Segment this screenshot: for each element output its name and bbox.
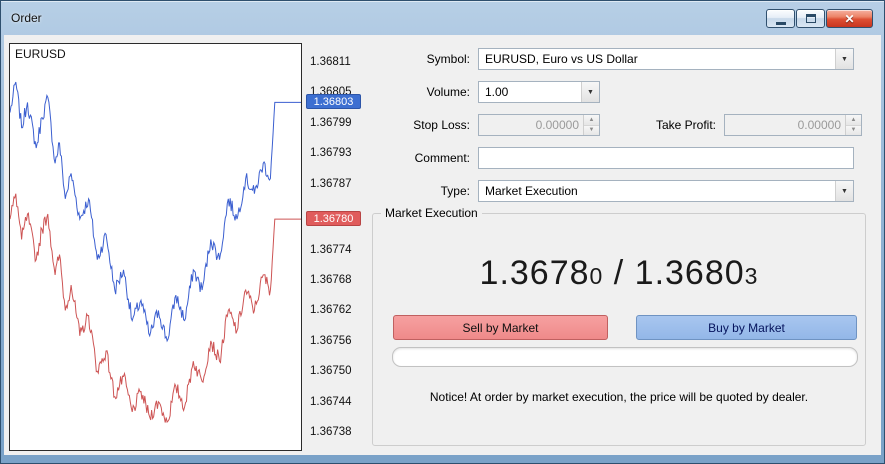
symbol-row: Symbol: EURUSD, Euro vs US Dollar ▼ <box>366 48 862 70</box>
spin-down-icon[interactable]: ▼ <box>846 125 861 135</box>
stops-row: Stop Loss: 0.00000 ▲ ▼ Take Profit: 0.00… <box>366 114 862 136</box>
spin-up-icon[interactable]: ▲ <box>846 115 861 126</box>
volume-select[interactable]: 1.00 ▼ <box>478 81 600 103</box>
market-execution-group: Market Execution 1.36780 / 1.36803 Sell … <box>372 206 866 446</box>
bid-line <box>9 193 301 424</box>
comment-input[interactable] <box>478 147 854 169</box>
quote-display: 1.36780 / 1.36803 <box>373 254 865 293</box>
axis-price-label: 1.36793 <box>310 147 352 160</box>
type-value: Market Execution <box>485 184 578 198</box>
stop-loss-value: 0.00000 <box>535 118 579 132</box>
execution-progress-bar <box>392 347 858 367</box>
type-label: Type: <box>440 184 470 198</box>
type-select[interactable]: Market Execution ▼ <box>478 180 854 202</box>
chevron-down-icon[interactable]: ▼ <box>835 49 853 69</box>
spinner-buttons: ▲ ▼ <box>845 115 861 135</box>
bid-price-main: 1.3678 <box>479 254 590 292</box>
chart-symbol-label: EURUSD <box>15 47 66 61</box>
take-profit-label: Take Profit: <box>655 118 716 132</box>
stop-loss-label: Stop Loss: <box>413 118 470 132</box>
axis-price-label: 1.36762 <box>310 304 352 317</box>
comment-row: Comment: <box>366 147 862 169</box>
dialog-content: EURUSD 1.36811 1.36805 1.36799 1.36793 1.367… <box>4 35 881 455</box>
spin-up-icon[interactable]: ▲ <box>584 115 599 126</box>
maximize-button[interactable] <box>796 9 825 28</box>
axis-price-label: 1.36799 <box>310 116 352 129</box>
bid-price-small-digit: 0 <box>589 263 604 289</box>
volume-row: Volume: 1.00 ▼ <box>366 81 862 103</box>
spinner-buttons: ▲ ▼ <box>583 115 599 135</box>
bid-price-badge: 1.36780 <box>306 211 361 227</box>
sell-by-market-button[interactable]: Sell by Market <box>393 315 608 340</box>
axis-price-label: 1.36768 <box>310 273 352 286</box>
order-form: Symbol: EURUSD, Euro vs US Dollar ▼ Volu… <box>366 48 862 213</box>
comment-label: Comment: <box>414 151 470 165</box>
close-icon: ✕ <box>844 11 855 26</box>
symbol-label: Symbol: <box>426 52 470 66</box>
price-axis: 1.36811 1.36805 1.36799 1.36793 1.36787 1.367… <box>306 44 363 450</box>
caption-buttons: ✕ <box>766 9 873 28</box>
tick-chart-area: EURUSD 1.36811 1.36805 1.36799 1.36793 1.367… <box>9 43 363 455</box>
stop-loss-stepper[interactable]: 0.00000 ▲ ▼ <box>478 114 600 136</box>
group-title: Market Execution <box>381 206 482 220</box>
axis-price-label: 1.36750 <box>310 365 352 378</box>
minimize-icon <box>775 21 786 25</box>
chevron-down-icon[interactable]: ▼ <box>581 82 599 102</box>
ask-price-main: 1.3680 <box>634 254 745 292</box>
axis-price-label: 1.36811 <box>310 55 351 68</box>
take-profit-stepper[interactable]: 0.00000 ▲ ▼ <box>724 114 862 136</box>
buy-by-market-button[interactable]: Buy by Market <box>636 315 857 340</box>
quote-separator: / <box>603 254 635 292</box>
volume-label: Volume: <box>426 85 470 99</box>
title-bar[interactable]: Order ✕ <box>1 1 884 35</box>
ask-price-badge: 1.36803 <box>306 94 361 110</box>
close-button[interactable]: ✕ <box>826 9 873 28</box>
axis-price-label: 1.36787 <box>310 177 352 190</box>
symbol-value: EURUSD, Euro vs US Dollar <box>485 52 638 66</box>
symbol-select[interactable]: EURUSD, Euro vs US Dollar ▼ <box>478 48 854 70</box>
axis-price-label: 1.36738 <box>310 426 352 439</box>
type-row: Type: Market Execution ▼ <box>366 180 862 202</box>
axis-price-label: 1.36756 <box>310 334 352 347</box>
volume-value: 1.00 <box>485 85 509 99</box>
axis-price-label: 1.36774 <box>310 243 352 256</box>
axis-price-label: 1.36744 <box>310 395 352 408</box>
minimize-button[interactable] <box>766 9 795 28</box>
order-dialog: Order ✕ EURUSD 1.36811 1.36805 1.36799 1.36… <box>0 0 885 464</box>
tick-chart-svg <box>9 81 301 424</box>
chevron-down-icon[interactable]: ▼ <box>835 181 853 201</box>
tick-chart[interactable]: EURUSD <box>9 43 302 451</box>
ask-price-small-digit: 3 <box>744 263 759 289</box>
take-profit-value: 0.00000 <box>797 118 841 132</box>
maximize-icon <box>805 14 816 23</box>
notice-text: Notice! At order by market execution, th… <box>429 390 809 404</box>
spin-down-icon[interactable]: ▼ <box>584 125 599 135</box>
window-title: Order <box>11 11 42 25</box>
